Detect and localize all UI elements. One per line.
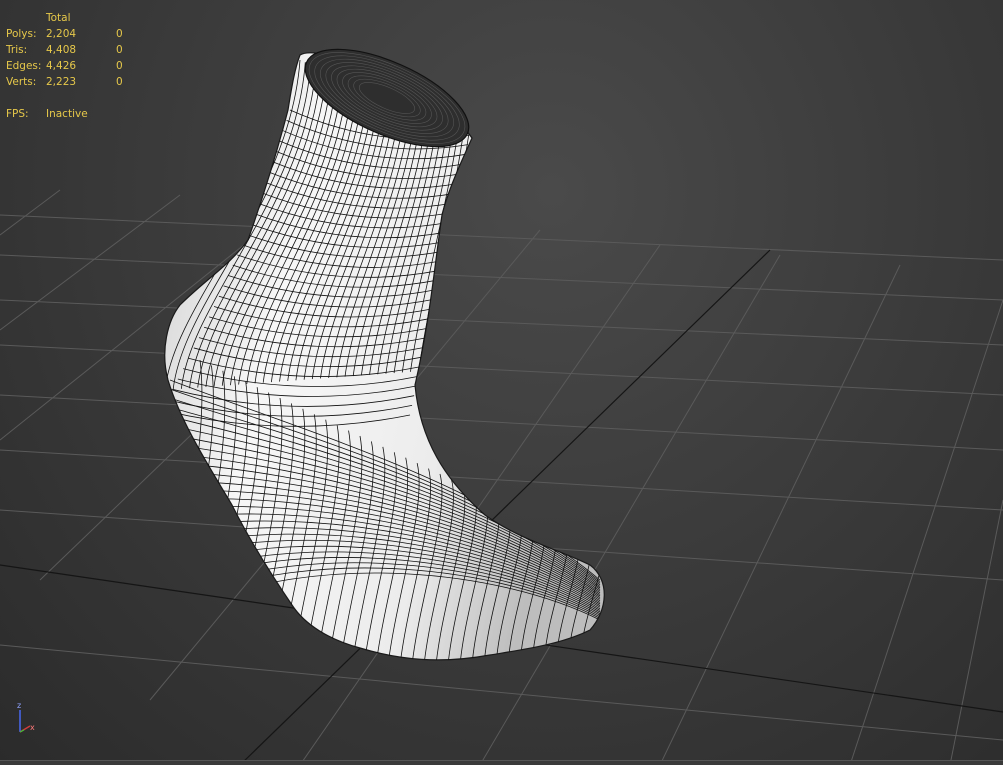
stats-label: Verts: xyxy=(6,76,37,88)
sock-mesh[interactable] xyxy=(160,29,605,665)
stats-total: 4,408 xyxy=(46,44,77,56)
fps-value: Inactive xyxy=(46,108,88,120)
stats-selected: 0 xyxy=(116,44,123,56)
scene-canvas[interactable] xyxy=(0,0,1003,765)
ground-grid-major xyxy=(0,249,1003,765)
x-axis-label: x xyxy=(30,723,35,732)
stats-selected: 0 xyxy=(116,76,123,88)
stats-label: Edges: xyxy=(6,60,42,72)
viewport-bottom-edge xyxy=(0,760,1003,765)
axis-tripod: z x xyxy=(17,701,35,733)
perspective-viewport[interactable]: Total Polys: 2,204 0 Tris: 4,408 0 Edges… xyxy=(0,0,1003,765)
stats-header-total: Total xyxy=(46,12,71,24)
stats-selected: 0 xyxy=(116,60,123,72)
fps-label: FPS: xyxy=(6,108,29,120)
stats-label: Polys: xyxy=(6,28,37,40)
ground-grid xyxy=(0,189,1003,765)
stats-total: 4,426 xyxy=(46,60,77,72)
stats-total: 2,223 xyxy=(46,76,77,88)
stats-selected: 0 xyxy=(116,28,123,40)
stats-label: Tris: xyxy=(6,44,28,56)
stats-total: 2,204 xyxy=(46,28,77,40)
z-axis-label: z xyxy=(17,701,21,710)
